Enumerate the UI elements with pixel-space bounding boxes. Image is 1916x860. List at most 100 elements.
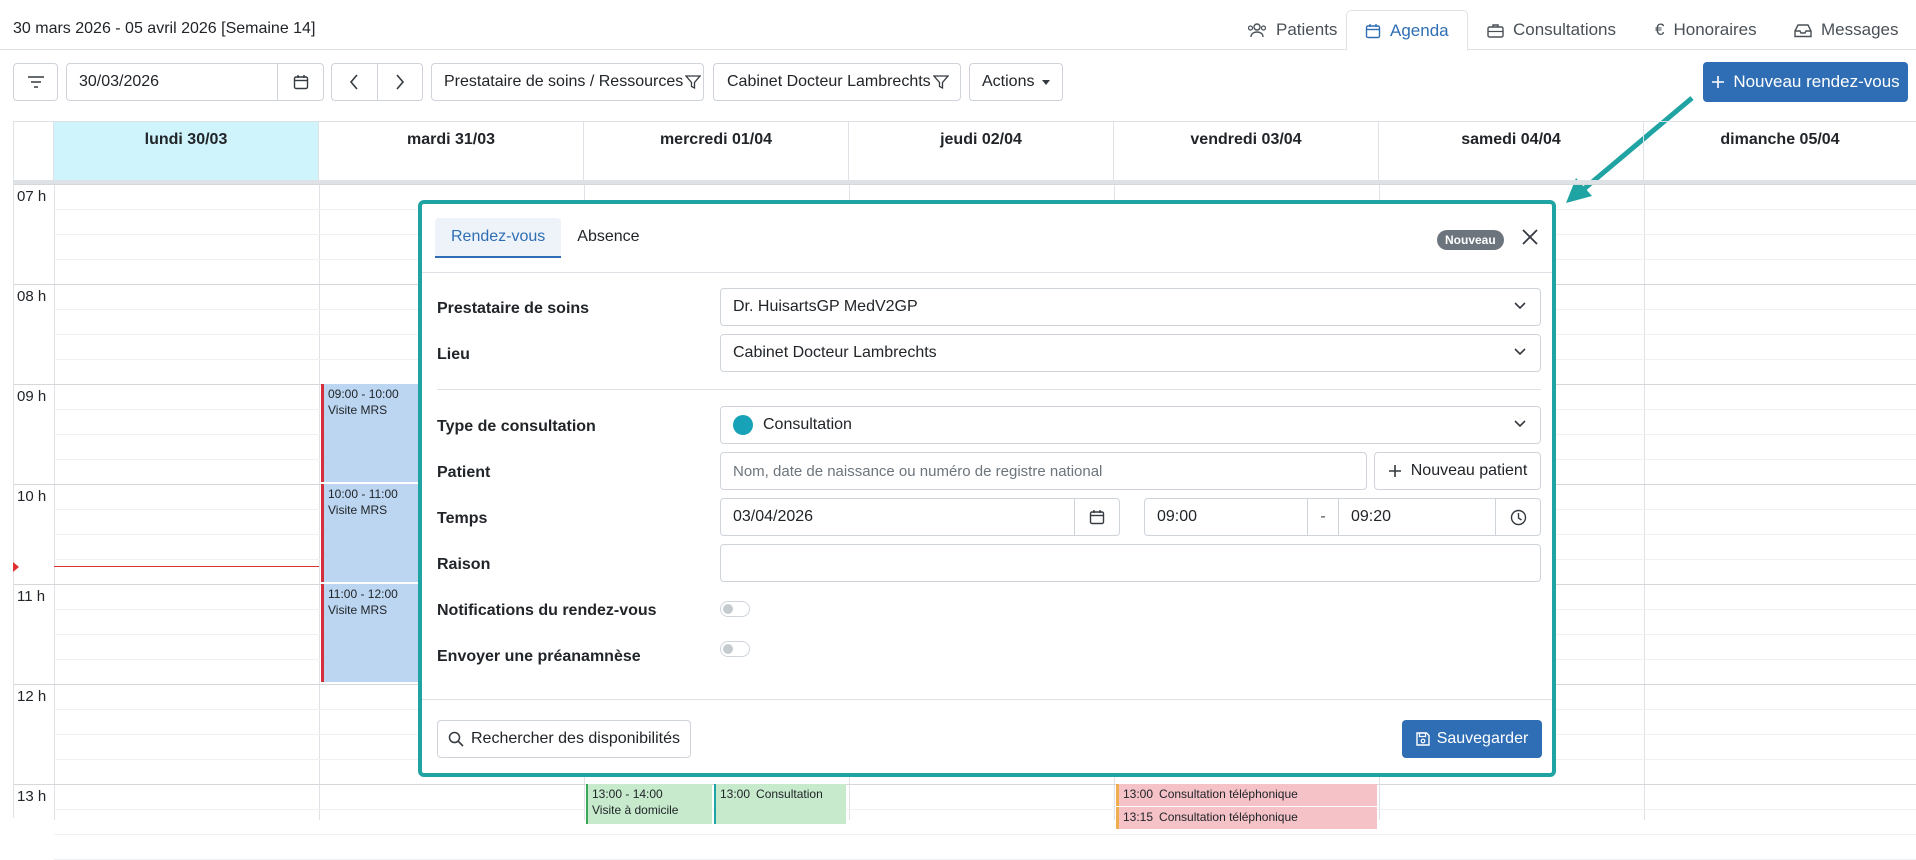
close-button[interactable] xyxy=(1521,228,1539,246)
divider xyxy=(422,272,1552,273)
clock-icon[interactable] xyxy=(1496,509,1540,526)
divider xyxy=(422,699,1552,700)
day-header[interactable]: lundi 30/03 xyxy=(54,122,319,180)
close-icon xyxy=(1522,229,1538,245)
tab-consultations-label: Consultations xyxy=(1513,20,1617,39)
previous-week-button[interactable] xyxy=(332,74,377,90)
tab-honoraires-label: Honoraires xyxy=(1673,20,1757,39)
provider-select[interactable]: Dr. HuisartsGP MedV2GP xyxy=(720,288,1541,326)
floppy-disk-icon xyxy=(1415,732,1430,746)
end-time-input[interactable]: 09:20 xyxy=(1339,508,1495,526)
hour-line xyxy=(14,784,1916,785)
euro-icon: € xyxy=(1655,20,1665,39)
notifications-toggle[interactable] xyxy=(720,601,750,617)
date-picker[interactable]: 30/03/2026 xyxy=(66,63,324,101)
hour-label: 07 h xyxy=(17,188,47,205)
calendar-event[interactable]: 13:15 Consultation téléphonique xyxy=(1116,807,1377,829)
calendar-event[interactable]: 13:00 - 14:00 Visite à domicile xyxy=(586,784,712,824)
calendar-event[interactable]: 13:00 Consultation téléphonique xyxy=(1116,784,1377,806)
preanamnesis-toggle[interactable] xyxy=(720,641,750,657)
inbox-icon xyxy=(1794,23,1812,38)
filter-lines-icon xyxy=(27,75,45,89)
day-header[interactable]: samedi 04/04 xyxy=(1379,122,1644,180)
calendar-event[interactable]: 11:00 - 12:00 Visite MRS xyxy=(321,584,421,682)
calendar-event[interactable]: 09:00 - 10:00 Visite MRS xyxy=(321,384,421,482)
type-color-dot xyxy=(733,415,753,435)
provider-filter-label: Prestataire de soins / Ressources xyxy=(444,73,684,90)
new-patient-button[interactable]: Nouveau patient xyxy=(1374,452,1541,490)
event-time: 11:00 - 12:00 xyxy=(328,587,398,601)
search-availability-button[interactable]: Rechercher des disponibilités xyxy=(437,720,691,758)
chevron-down-icon xyxy=(1514,302,1526,310)
event-title: Visite à domicile xyxy=(592,803,679,817)
new-appointment-button[interactable]: Nouveau rendez-vous xyxy=(1703,62,1908,102)
tab-agenda[interactable]: Agenda xyxy=(1346,10,1468,51)
tab-messages-label: Messages xyxy=(1821,20,1899,39)
next-week-button[interactable] xyxy=(377,74,422,90)
day-header[interactable]: mardi 31/03 xyxy=(319,122,584,180)
calendar-icon xyxy=(1365,23,1381,39)
date-input[interactable]: 30/03/2026 xyxy=(67,73,277,91)
day-column-divider xyxy=(319,180,320,820)
chevron-right-icon xyxy=(396,74,404,90)
start-time-input[interactable]: 09:00 xyxy=(1145,508,1307,526)
status-badge: Nouveau xyxy=(1437,230,1504,250)
event-time: 13:15 xyxy=(1123,810,1154,824)
provider-filter[interactable]: Prestataire de soins / Ressources xyxy=(431,63,704,101)
calendar-event[interactable]: 10:00 - 11:00 Visite MRS xyxy=(321,484,421,582)
save-button[interactable]: Sauvegarder xyxy=(1402,720,1542,758)
calendar-icon[interactable] xyxy=(278,74,323,90)
calendar-event[interactable]: 13:00 Consultation xyxy=(714,784,846,824)
tab-absence[interactable]: Absence xyxy=(561,218,655,258)
location-value: Cabinet Docteur Lambrechts xyxy=(733,344,937,361)
patient-placeholder: Nom, date de naissance ou numéro de regi… xyxy=(733,462,1103,480)
dialog-tabs: Rendez-vous Absence xyxy=(435,218,656,258)
location-label: Lieu xyxy=(437,346,470,363)
consultation-type-select[interactable]: Consultation xyxy=(720,406,1541,444)
filter-toggle-button[interactable] xyxy=(13,63,58,101)
appointment-date-picker[interactable]: 03/04/2026 xyxy=(720,498,1120,536)
event-title: Consultation téléphonique xyxy=(1159,787,1298,801)
tab-consultations[interactable]: Consultations xyxy=(1469,10,1634,50)
event-title: Consultation téléphonique xyxy=(1159,810,1298,824)
event-time: 10:00 - 11:00 xyxy=(328,487,398,501)
divider xyxy=(437,389,1541,390)
location-filter[interactable]: Cabinet Docteur Lambrechts xyxy=(713,63,961,101)
quarter-line xyxy=(54,809,1916,810)
tab-honoraires[interactable]: € Honoraires xyxy=(1637,10,1775,50)
calendar-icon[interactable] xyxy=(1075,509,1119,525)
location-select[interactable]: Cabinet Docteur Lambrechts xyxy=(720,334,1541,372)
tab-rendez-vous[interactable]: Rendez-vous xyxy=(435,218,562,258)
consultation-type-label: Type de consultation xyxy=(437,418,596,435)
chevron-down-icon xyxy=(1514,348,1526,356)
tab-patients[interactable]: Patients xyxy=(1229,10,1355,50)
hour-label: 11 h xyxy=(17,588,46,605)
provider-label: Prestataire de soins xyxy=(437,300,590,317)
tab-patients-label: Patients xyxy=(1276,20,1338,39)
patient-label: Patient xyxy=(437,464,491,481)
time-label: Temps xyxy=(437,510,488,527)
corner-cell xyxy=(14,122,54,180)
day-header[interactable]: mercredi 01/04 xyxy=(584,122,849,180)
chevron-left-icon xyxy=(350,74,358,90)
hour-label: 10 h xyxy=(17,488,47,505)
reason-input[interactable] xyxy=(720,544,1541,582)
patient-search-input[interactable]: Nom, date de naissance ou numéro de regi… xyxy=(720,452,1367,490)
day-header[interactable]: jeudi 02/04 xyxy=(849,122,1114,180)
actions-label: Actions xyxy=(982,73,1035,90)
location-filter-label: Cabinet Docteur Lambrechts xyxy=(727,73,931,90)
day-header[interactable]: dimanche 05/04 xyxy=(1644,122,1916,180)
current-time-marker-icon xyxy=(13,562,19,572)
appointment-date-input[interactable]: 03/04/2026 xyxy=(721,508,1074,526)
save-label: Sauvegarder xyxy=(1436,730,1529,747)
tab-messages[interactable]: Messages xyxy=(1776,10,1916,50)
search-icon xyxy=(448,731,464,747)
caret-down-icon xyxy=(1042,79,1051,85)
actions-dropdown[interactable]: Actions xyxy=(969,63,1063,101)
hour-label: 08 h xyxy=(17,288,47,305)
preanamnesis-label: Envoyer une préanamnèse xyxy=(437,648,641,665)
event-title: Visite MRS xyxy=(328,503,388,517)
event-time: 13:00 - 14:00 xyxy=(592,787,663,801)
week-nav xyxy=(331,63,423,101)
day-header[interactable]: vendredi 03/04 xyxy=(1114,122,1379,180)
